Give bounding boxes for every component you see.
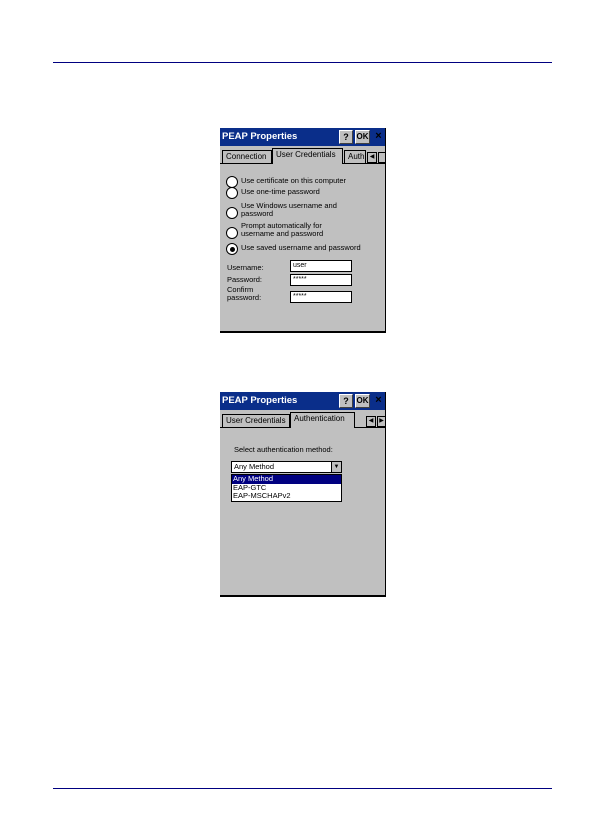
peap-properties-dialog-credentials: PEAP Properties ? OK × Connection User C… bbox=[220, 128, 386, 333]
tab-connection[interactable]: Connection bbox=[222, 150, 272, 163]
auth-method-select[interactable]: Any Method ▼ bbox=[231, 461, 342, 473]
radio-circle-checked bbox=[226, 243, 238, 255]
dialog-title: PEAP Properties bbox=[222, 131, 298, 142]
footer-rule bbox=[53, 788, 552, 789]
username-label: Username: bbox=[227, 263, 264, 272]
peap-properties-dialog-authentication: PEAP Properties ? OK × User Credentials … bbox=[220, 392, 386, 597]
tab-user-credentials[interactable]: User Credentials bbox=[222, 414, 290, 427]
tab-scroll-left-icon[interactable]: ◀ bbox=[366, 416, 376, 427]
ok-button[interactable]: OK bbox=[355, 394, 370, 408]
auth-method-selected: Any Method bbox=[234, 462, 275, 471]
help-button[interactable]: ? bbox=[339, 130, 353, 144]
help-button[interactable]: ? bbox=[339, 394, 353, 408]
radio-prompt-automatically[interactable]: Prompt automatically for username and pa… bbox=[226, 222, 381, 241]
ok-button[interactable]: OK bbox=[355, 130, 370, 144]
tab-scroll-left-icon[interactable]: ◀ bbox=[367, 152, 377, 163]
tab-strip: User Credentials Authentication ◀ ▶ bbox=[220, 410, 385, 428]
radio-label-line2: password bbox=[241, 209, 274, 218]
select-method-label: Select authentication method: bbox=[234, 445, 333, 454]
chevron-down-icon[interactable]: ▼ bbox=[331, 462, 341, 472]
confirm-password-field[interactable]: ***** bbox=[290, 291, 352, 303]
confirm-password-label-line2: password: bbox=[227, 293, 262, 302]
tab-user-credentials[interactable]: User Credentials bbox=[272, 148, 343, 164]
title-bar: PEAP Properties ? OK × bbox=[220, 392, 385, 410]
password-label: Password: bbox=[227, 275, 263, 284]
password-field[interactable]: ***** bbox=[290, 274, 352, 286]
radio-circle bbox=[226, 187, 238, 199]
header-rule bbox=[53, 62, 552, 63]
username-field[interactable]: user bbox=[290, 260, 352, 272]
radio-label: Use saved username and password bbox=[241, 243, 361, 252]
option-eap-mschapv2[interactable]: EAP-MSCHAPv2 bbox=[232, 491, 341, 501]
radio-circle bbox=[226, 207, 238, 219]
radio-one-time-password[interactable]: Use one-time password bbox=[226, 187, 381, 201]
tab-scroll-right-icon[interactable]: ▶ bbox=[377, 416, 385, 427]
close-icon[interactable]: × bbox=[372, 394, 385, 408]
tab-authentication[interactable]: Auth bbox=[344, 150, 366, 163]
title-bar: PEAP Properties ? OK × bbox=[220, 128, 385, 146]
radio-label: Use one-time password bbox=[241, 187, 320, 196]
radio-label-line2: username and password bbox=[241, 229, 324, 238]
tab-authentication[interactable]: Authentication bbox=[290, 412, 355, 428]
tab-scroll-right-icon[interactable] bbox=[378, 152, 385, 163]
radio-use-saved-credentials[interactable]: Use saved username and password bbox=[226, 243, 381, 257]
radio-label: Use certificate on this computer bbox=[241, 176, 347, 185]
radio-windows-username[interactable]: Use Windows username and password bbox=[226, 202, 381, 221]
auth-method-dropdown: Any Method EAP-GTC EAP-MSCHAPv2 bbox=[231, 474, 342, 502]
radio-circle bbox=[226, 227, 238, 239]
close-icon[interactable]: × bbox=[372, 130, 385, 144]
radio-dot bbox=[229, 246, 235, 252]
tab-strip: Connection User Credentials Auth ◀ bbox=[220, 146, 385, 164]
dialog-title: PEAP Properties bbox=[222, 395, 298, 406]
